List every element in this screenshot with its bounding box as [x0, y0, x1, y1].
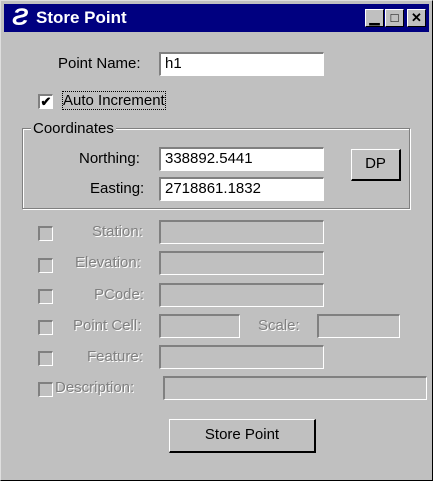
- pcode-input[interactable]: [159, 283, 324, 307]
- pcode-label: PCode:: [94, 286, 145, 303]
- station-label: Station:: [92, 223, 143, 240]
- description-label: Description:: [55, 379, 135, 396]
- feature-input[interactable]: [159, 345, 324, 369]
- close-button[interactable]: ✕: [407, 9, 426, 27]
- description-input[interactable]: [163, 376, 427, 400]
- easting-label: Easting:: [90, 180, 145, 197]
- point-cell-input[interactable]: [159, 314, 240, 338]
- easting-input[interactable]: 2718861.1832: [159, 177, 324, 201]
- point-name-label: Point Name:: [58, 55, 141, 72]
- feature-checkbox[interactable]: [38, 351, 53, 366]
- station-input[interactable]: [159, 220, 324, 244]
- northing-input[interactable]: 338892.5441: [159, 147, 324, 171]
- point-cell-label: Point Cell:: [73, 317, 142, 334]
- point-name-input[interactable]: h1: [159, 52, 324, 76]
- title-bar[interactable]: Ƨ Store Point ▁ □ ✕: [4, 4, 429, 32]
- feature-label: Feature:: [87, 348, 143, 365]
- store-point-window: Ƨ Store Point ▁ □ ✕ Point Name: h1 ✔ Aut…: [0, 0, 433, 481]
- scale-label: Scale:: [258, 317, 300, 334]
- scale-input[interactable]: [317, 314, 400, 338]
- app-icon: Ƨ: [12, 4, 29, 31]
- station-checkbox[interactable]: [38, 226, 53, 241]
- minimize-button[interactable]: ▁: [365, 9, 384, 27]
- point-cell-checkbox[interactable]: [38, 320, 53, 335]
- auto-increment-checkbox[interactable]: ✔: [38, 94, 53, 109]
- window-title: Store Point: [36, 8, 127, 27]
- elevation-input[interactable]: [159, 251, 324, 275]
- northing-label: Northing:: [79, 150, 140, 167]
- maximize-button[interactable]: □: [385, 9, 404, 27]
- elevation-checkbox[interactable]: [38, 258, 53, 273]
- pcode-checkbox[interactable]: [38, 289, 53, 304]
- description-checkbox[interactable]: [38, 382, 53, 397]
- auto-increment-label[interactable]: Auto Increment: [62, 91, 166, 110]
- coordinates-group-title: Coordinates: [31, 120, 116, 137]
- elevation-label: Elevation:: [75, 254, 141, 271]
- dp-button[interactable]: DP: [351, 149, 401, 181]
- store-point-button[interactable]: Store Point: [169, 419, 316, 453]
